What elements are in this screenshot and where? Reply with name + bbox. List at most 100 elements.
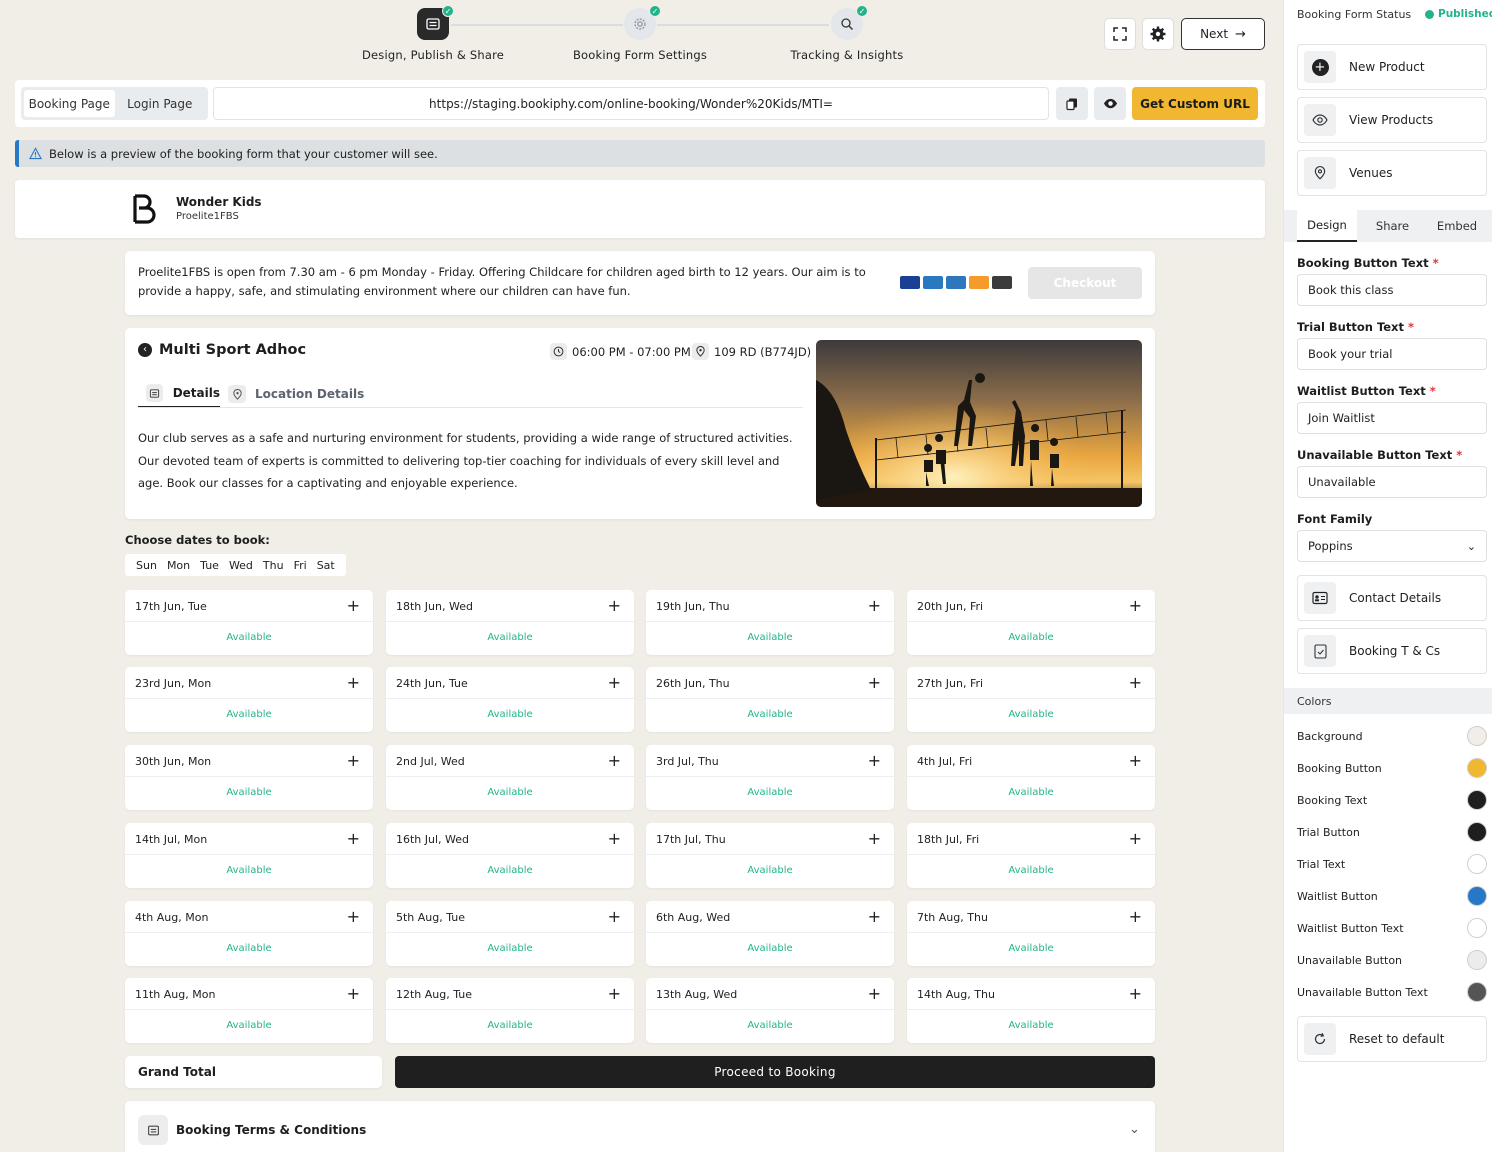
date-card[interactable]: 11th Aug, Mon + Available	[125, 978, 373, 1043]
checkout-button[interactable]: Checkout	[1028, 267, 1142, 299]
fullscreen-button[interactable]	[1104, 18, 1136, 50]
date-card[interactable]: 3rd Jul, Thu + Available	[646, 745, 894, 810]
plus-icon[interactable]: +	[868, 674, 881, 692]
date-card[interactable]: 30th Jun, Mon + Available	[125, 745, 373, 810]
weekday-sat[interactable]: Sat	[317, 559, 335, 572]
date-card[interactable]: 23rd Jun, Mon + Available	[125, 667, 373, 732]
plus-icon[interactable]: +	[868, 985, 881, 1003]
plus-icon[interactable]: +	[1129, 597, 1142, 615]
plus-icon[interactable]: +	[347, 985, 360, 1003]
tab-location-details[interactable]: Location Details	[228, 380, 364, 408]
plus-icon[interactable]: +	[608, 674, 621, 692]
color-swatch[interactable]	[1467, 886, 1487, 906]
contact-card-icon	[1304, 582, 1336, 614]
date-card[interactable]: 20th Jun, Fri + Available	[907, 590, 1155, 655]
date-card[interactable]: 6th Aug, Wed + Available	[646, 901, 894, 966]
plus-icon[interactable]: +	[608, 597, 621, 615]
plus-icon[interactable]: +	[868, 597, 881, 615]
plus-icon[interactable]: +	[868, 752, 881, 770]
plus-icon[interactable]: +	[608, 752, 621, 770]
plus-icon[interactable]: +	[1129, 752, 1142, 770]
contact-details-button[interactable]: Contact Details	[1297, 575, 1487, 621]
plus-icon[interactable]: +	[608, 908, 621, 926]
booking-url-field[interactable]: https://staging.bookiphy.com/online-book…	[213, 87, 1049, 120]
get-custom-url-button[interactable]: Get Custom URL	[1132, 87, 1258, 120]
date-card[interactable]: 14th Aug, Thu + Available	[907, 978, 1155, 1043]
reset-to-default-button[interactable]: Reset to default	[1297, 1016, 1487, 1062]
tab-login-page[interactable]: Login Page	[115, 90, 206, 117]
design-sidebar: Booking Form Status Published + New Prod…	[1283, 0, 1492, 1152]
color-swatch[interactable]	[1467, 918, 1487, 938]
plus-icon[interactable]: +	[1129, 674, 1142, 692]
weekday-sun[interactable]: Sun	[136, 559, 157, 572]
date-card[interactable]: 18th Jun, Wed + Available	[386, 590, 634, 655]
plus-icon[interactable]: +	[868, 830, 881, 848]
settings-button[interactable]	[1142, 18, 1174, 50]
font-family-select[interactable]: Poppins ⌄	[1297, 530, 1487, 562]
back-icon[interactable]: ‹	[138, 343, 152, 357]
date-card[interactable]: 4th Aug, Mon + Available	[125, 901, 373, 966]
booking-tcs-button[interactable]: Booking T & Cs	[1297, 628, 1487, 674]
weekday-wed[interactable]: Wed	[229, 559, 253, 572]
color-swatch[interactable]	[1467, 982, 1487, 1002]
step-tracking-insights[interactable]: ✓ Tracking & Insights	[767, 5, 927, 62]
plus-icon[interactable]: +	[347, 597, 360, 615]
weekday-tue[interactable]: Tue	[200, 559, 219, 572]
tab-details[interactable]: Details	[138, 380, 220, 408]
color-swatch[interactable]	[1467, 822, 1487, 842]
next-button[interactable]: Next →	[1181, 18, 1265, 50]
date-card[interactable]: 18th Jul, Fri + Available	[907, 823, 1155, 888]
date-card[interactable]: 12th Aug, Tue + Available	[386, 978, 634, 1043]
date-card[interactable]: 2nd Jul, Wed + Available	[386, 745, 634, 810]
copy-url-button[interactable]	[1056, 87, 1088, 120]
tab-embed[interactable]: Embed	[1427, 210, 1487, 242]
date-card[interactable]: 16th Jul, Wed + Available	[386, 823, 634, 888]
color-swatch[interactable]	[1467, 790, 1487, 810]
plus-icon[interactable]: +	[868, 908, 881, 926]
weekday-thu[interactable]: Thu	[263, 559, 284, 572]
weekday-mon[interactable]: Mon	[167, 559, 190, 572]
date-card[interactable]: 5th Aug, Tue + Available	[386, 901, 634, 966]
plus-icon[interactable]: +	[608, 985, 621, 1003]
color-swatch[interactable]	[1467, 854, 1487, 874]
date-card[interactable]: 7th Aug, Thu + Available	[907, 901, 1155, 966]
plus-icon[interactable]: +	[1129, 830, 1142, 848]
plus-icon[interactable]: +	[1129, 985, 1142, 1003]
date-card[interactable]: 24th Jun, Tue + Available	[386, 667, 634, 732]
trial-button-text-input[interactable]: Book your trial	[1297, 338, 1487, 370]
venues-button[interactable]: Venues	[1297, 150, 1487, 196]
plus-icon[interactable]: +	[347, 674, 360, 692]
divider	[646, 1009, 894, 1010]
color-swatch[interactable]	[1467, 726, 1487, 746]
date-card[interactable]: 14th Jul, Mon + Available	[125, 823, 373, 888]
step-design-publish-share[interactable]: ✓ Design, Publish & Share	[353, 5, 513, 62]
plus-icon[interactable]: +	[1129, 908, 1142, 926]
date-card[interactable]: 17th Jun, Tue + Available	[125, 590, 373, 655]
date-card[interactable]: 26th Jun, Thu + Available	[646, 667, 894, 732]
weekday-fri[interactable]: Fri	[294, 559, 307, 572]
proceed-to-booking-button[interactable]: Proceed to Booking	[395, 1056, 1155, 1088]
tab-design[interactable]: Design	[1297, 210, 1357, 242]
view-products-button[interactable]: View Products	[1297, 97, 1487, 143]
date-card[interactable]: 4th Jul, Fri + Available	[907, 745, 1155, 810]
date-card[interactable]: 19th Jun, Thu + Available	[646, 590, 894, 655]
date-card[interactable]: 27th Jun, Fri + Available	[907, 667, 1155, 732]
plus-icon[interactable]: +	[608, 830, 621, 848]
unavailable-button-text-input[interactable]: Unavailable	[1297, 466, 1487, 498]
booking-button-text-input[interactable]: Book this class	[1297, 274, 1487, 306]
color-swatch[interactable]	[1467, 758, 1487, 778]
waitlist-button-text-input[interactable]: Join Waitlist	[1297, 402, 1487, 434]
date-card[interactable]: 17th Jul, Thu + Available	[646, 823, 894, 888]
color-swatch[interactable]	[1467, 950, 1487, 970]
plus-icon[interactable]: +	[347, 830, 360, 848]
tab-booking-page[interactable]: Booking Page	[24, 90, 115, 117]
new-product-button[interactable]: + New Product	[1297, 44, 1487, 90]
date-card[interactable]: 13th Aug, Wed + Available	[646, 978, 894, 1043]
preview-button[interactable]	[1094, 87, 1126, 120]
plus-icon[interactable]: +	[347, 908, 360, 926]
step-booking-form-settings[interactable]: ✓ Booking Form Settings	[560, 5, 720, 62]
plus-icon[interactable]: +	[347, 752, 360, 770]
booking-terms-accordion[interactable]: Booking Terms & Conditions ⌄	[125, 1101, 1155, 1152]
weekday-filter: Sun Mon Tue Wed Thu Fri Sat	[125, 554, 346, 576]
tab-share[interactable]: Share	[1364, 210, 1421, 242]
